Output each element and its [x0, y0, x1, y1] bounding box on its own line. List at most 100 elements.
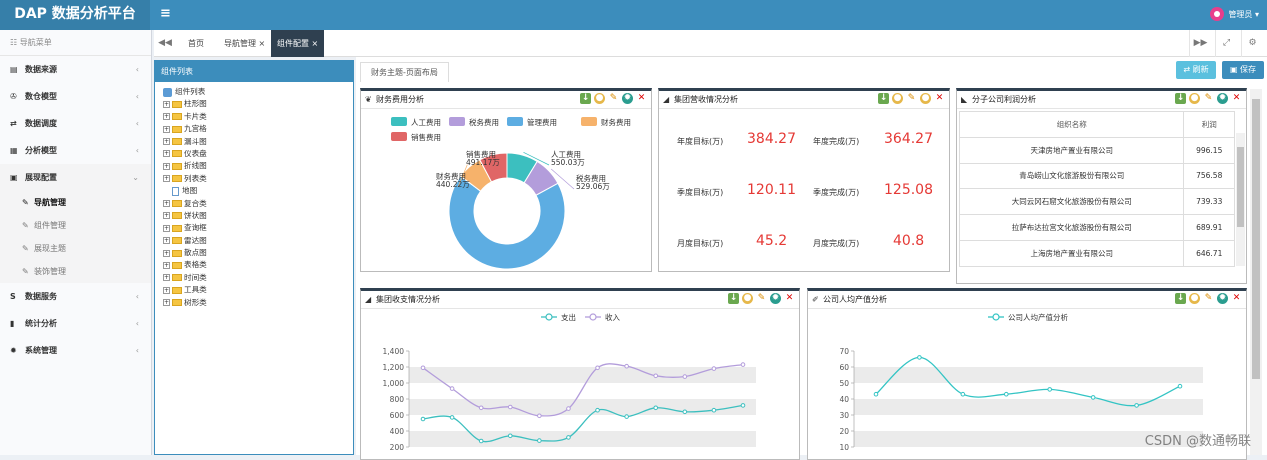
tab-scroll-left-icon[interactable]: ◀◀	[154, 30, 176, 57]
data-point[interactable]	[625, 364, 629, 368]
sidebar-item-scheduling[interactable]: ⇄数据调度‹	[0, 110, 151, 137]
edit-icon[interactable]: ✎	[756, 293, 767, 304]
table-row[interactable]: 上海房地产置业有限公司646.71	[960, 240, 1235, 266]
expand-icon[interactable]: +	[163, 126, 170, 133]
data-point[interactable]	[1048, 388, 1052, 392]
sidebar-item-data-source[interactable]: ▤数据来源‹	[0, 56, 151, 83]
expand-icon[interactable]: +	[163, 212, 170, 219]
data-point[interactable]	[596, 366, 600, 370]
scrollbar-thumb[interactable]	[1252, 99, 1260, 379]
export-icon[interactable]: ↓	[1175, 93, 1186, 104]
table-row[interactable]: 大同云冈石窟文化旅游股份有限公司739.33	[960, 189, 1235, 215]
data-point[interactable]	[1091, 396, 1095, 400]
sidebar-item-analysis-model[interactable]: ▦分析模型‹	[0, 137, 151, 164]
table-scrollbar[interactable]	[1236, 133, 1245, 266]
data-point[interactable]	[874, 392, 878, 396]
sidebar-subitem-nav-manage[interactable]: ✎导航管理	[0, 191, 151, 214]
legend-item[interactable]: 收入	[585, 312, 620, 322]
settings-icon[interactable]: ⚙	[1241, 30, 1263, 57]
sidebar-item-data-service[interactable]: S数据服务‹	[0, 283, 151, 310]
menu-toggle-icon[interactable]: ≡	[160, 0, 171, 28]
data-point[interactable]	[961, 392, 965, 396]
donut-slice[interactable]	[449, 176, 565, 269]
data-source-icon[interactable]: ●	[1189, 93, 1200, 104]
close-icon[interactable]: ✕	[784, 293, 795, 304]
tree-item[interactable]: +饼状图	[155, 210, 353, 222]
tree-item[interactable]: +卡片类	[155, 111, 353, 123]
export-icon[interactable]: ↓	[878, 93, 889, 104]
close-icon[interactable]: ✕	[636, 93, 647, 104]
page-layout-tab[interactable]: 财务主题-页面布局	[360, 62, 449, 82]
expand-icon[interactable]: +	[163, 113, 170, 120]
expand-icon[interactable]: +	[163, 287, 170, 294]
data-point[interactable]	[683, 375, 687, 379]
gear-icon[interactable]: ✹	[1217, 293, 1228, 304]
sidebar-subitem-component-manage[interactable]: ✎组件管理	[0, 214, 151, 237]
page-scrollbar[interactable]	[1250, 89, 1262, 455]
data-point[interactable]	[596, 408, 600, 412]
data-point[interactable]	[1178, 384, 1182, 388]
close-icon[interactable]: ✕	[1231, 293, 1242, 304]
close-icon[interactable]: ✕	[1231, 93, 1242, 104]
tree-item[interactable]: +九宫格	[155, 123, 353, 135]
tree-item[interactable]: +雷达图	[155, 235, 353, 247]
save-button[interactable]: ▣ 保存	[1222, 61, 1264, 79]
data-point[interactable]	[538, 439, 542, 443]
export-icon[interactable]: ↓	[580, 93, 591, 104]
edit-icon[interactable]: ✎	[906, 93, 917, 104]
tree-item[interactable]: +表格类	[155, 259, 353, 271]
legend-item[interactable]: 管理费用	[507, 117, 557, 127]
tree-item[interactable]: +复合类	[155, 198, 353, 210]
close-icon[interactable]: ✕	[934, 93, 945, 104]
expand-icon[interactable]: +	[163, 101, 170, 108]
tree-item[interactable]: +仪表盘	[155, 148, 353, 160]
sidebar-item-warehouse-model[interactable]: ✇数仓模型‹	[0, 83, 151, 110]
data-point[interactable]	[508, 405, 512, 409]
expand-icon[interactable]: +	[163, 138, 170, 145]
data-point[interactable]	[1004, 392, 1008, 396]
tree-item[interactable]: +树形类	[155, 297, 353, 309]
expand-icon[interactable]: +	[163, 250, 170, 257]
expand-icon[interactable]: +	[163, 299, 170, 306]
legend-item[interactable]: 支出	[541, 312, 576, 322]
tab-component-config[interactable]: 组件配置 ×	[271, 30, 324, 57]
data-source-icon[interactable]: ●	[1189, 293, 1200, 304]
app-logo[interactable]: DAP 数据分析平台	[0, 0, 150, 30]
tab-home[interactable]: 首页	[182, 30, 210, 57]
data-point[interactable]	[741, 363, 745, 367]
tree-item[interactable]: +柱形图	[155, 98, 353, 110]
legend-item[interactable]: 公司人均产值分析	[988, 312, 1068, 322]
expand-icon[interactable]: +	[163, 163, 170, 170]
tree-item[interactable]: +时间类	[155, 272, 353, 284]
tree-item[interactable]: +列表类	[155, 173, 353, 185]
sidebar-item-statistics[interactable]: ▮统计分析‹	[0, 310, 151, 337]
sidebar-item-display-config[interactable]: ▣展现配置⌄	[0, 164, 151, 191]
data-point[interactable]	[479, 406, 483, 410]
tree-item[interactable]: +折线图	[155, 160, 353, 172]
data-point[interactable]	[654, 406, 658, 410]
legend-item[interactable]: 销售费用	[391, 132, 441, 142]
data-point[interactable]	[712, 408, 716, 412]
data-point[interactable]	[508, 434, 512, 438]
table-row[interactable]: 拉萨布达拉宫文化旅游股份有限公司689.91	[960, 215, 1235, 241]
data-point[interactable]	[421, 417, 425, 421]
sidebar-subitem-decoration[interactable]: ✎装饰管理	[0, 260, 151, 283]
refresh-button[interactable]: ⇄ 刷新	[1176, 61, 1216, 79]
legend-item[interactable]: 财务费用	[581, 117, 631, 127]
table-row[interactable]: 天津房地产置业有限公司996.15	[960, 137, 1235, 163]
data-source-icon[interactable]: ●	[742, 293, 753, 304]
export-icon[interactable]: ↓	[1175, 293, 1186, 304]
tree-item[interactable]: +工具类	[155, 284, 353, 296]
data-point[interactable]	[654, 374, 658, 378]
data-point[interactable]	[479, 439, 483, 443]
expand-icon[interactable]: +	[163, 274, 170, 281]
legend-item[interactable]: 税务费用	[449, 117, 499, 127]
tab-scroll-right-icon[interactable]: ▶▶	[1189, 30, 1211, 57]
data-point[interactable]	[918, 356, 922, 360]
data-point[interactable]	[421, 366, 425, 370]
tree-item[interactable]: +查询框	[155, 222, 353, 234]
tree-item[interactable]: +漏斗图	[155, 136, 353, 148]
expand-icon[interactable]: +	[163, 237, 170, 244]
data-point[interactable]	[450, 416, 454, 420]
edit-icon[interactable]: ✎	[608, 93, 619, 104]
